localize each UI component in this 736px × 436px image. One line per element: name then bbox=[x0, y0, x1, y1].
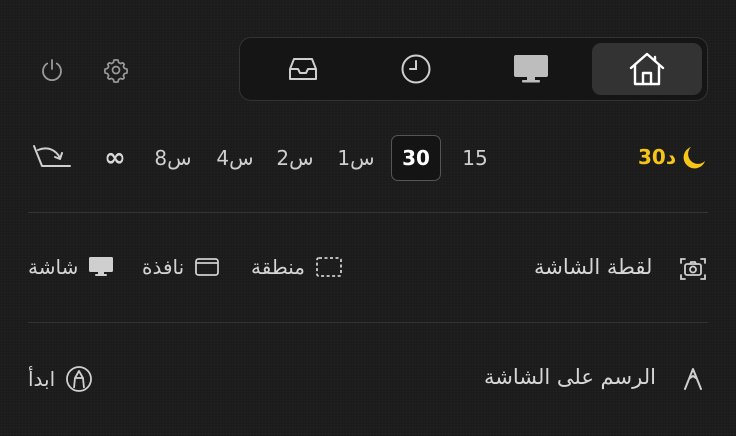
tray-icon bbox=[289, 58, 317, 80]
power-icon bbox=[42, 59, 62, 81]
duration-1h-label: 1س bbox=[337, 146, 375, 170]
draw-label: الرسم على الشاشة bbox=[484, 365, 656, 389]
duration-15m[interactable]: 15 bbox=[452, 138, 498, 178]
region-option-label: منطقة bbox=[251, 255, 305, 279]
screen-option-label: شاشة bbox=[28, 255, 79, 279]
duration-infinite[interactable]: ∞ bbox=[98, 143, 132, 173]
settings-button[interactable] bbox=[100, 54, 132, 86]
duration-4h[interactable]: 4س bbox=[210, 138, 260, 178]
gear-icon bbox=[103, 58, 129, 83]
screenshot-region-button[interactable]: منطقة bbox=[251, 255, 343, 279]
tab-inbox[interactable] bbox=[248, 43, 358, 95]
clock-icon bbox=[401, 54, 431, 84]
duration-30m[interactable]: 30 bbox=[391, 135, 441, 181]
main-tab-bar bbox=[239, 37, 708, 101]
power-button[interactable] bbox=[36, 54, 68, 86]
keep-awake-toggle[interactable] bbox=[680, 144, 708, 172]
draw-start-button[interactable]: ابدأ bbox=[28, 365, 93, 393]
duration-infinite-label: ∞ bbox=[104, 143, 126, 173]
window-option-label: نافذة bbox=[142, 255, 185, 279]
divider bbox=[28, 212, 708, 213]
screenshot-icon-wrap bbox=[679, 256, 707, 282]
keep-awake-current: 30د bbox=[638, 145, 677, 169]
screenshot-label: لقطة الشاشة bbox=[534, 255, 653, 279]
screenshot-screen-button[interactable]: شاشة bbox=[28, 255, 114, 279]
duration-1h[interactable]: 1س bbox=[332, 138, 380, 178]
window-icon bbox=[195, 258, 220, 276]
moon-icon bbox=[683, 147, 705, 169]
duration-8h-label: 8س bbox=[154, 146, 192, 170]
monitor-icon bbox=[514, 55, 548, 83]
home-icon bbox=[629, 52, 665, 86]
duration-2h[interactable]: 2س bbox=[270, 138, 320, 178]
camera-icon bbox=[680, 258, 706, 280]
draw-icon-wrap bbox=[682, 366, 704, 392]
screenshot-window-button[interactable]: نافذة bbox=[142, 255, 220, 279]
tab-home[interactable] bbox=[592, 43, 702, 95]
tab-history[interactable] bbox=[361, 43, 471, 95]
end-session-icon bbox=[33, 145, 71, 167]
pen-circle-icon bbox=[66, 366, 93, 392]
divider bbox=[28, 322, 708, 323]
caret-icon bbox=[684, 368, 702, 390]
monitor-icon bbox=[89, 257, 114, 276]
duration-30m-label: 30 bbox=[402, 146, 430, 170]
duration-4h-label: 4س bbox=[216, 146, 254, 170]
duration-2h-label: 2س bbox=[276, 146, 314, 170]
end-session-button[interactable] bbox=[28, 142, 76, 176]
duration-15m-label: 15 bbox=[462, 146, 488, 170]
tab-display[interactable] bbox=[476, 43, 586, 95]
draw-start-label: ابدأ bbox=[28, 367, 56, 391]
duration-8h[interactable]: 8س bbox=[148, 138, 198, 178]
dashed-rect-icon bbox=[316, 257, 342, 277]
